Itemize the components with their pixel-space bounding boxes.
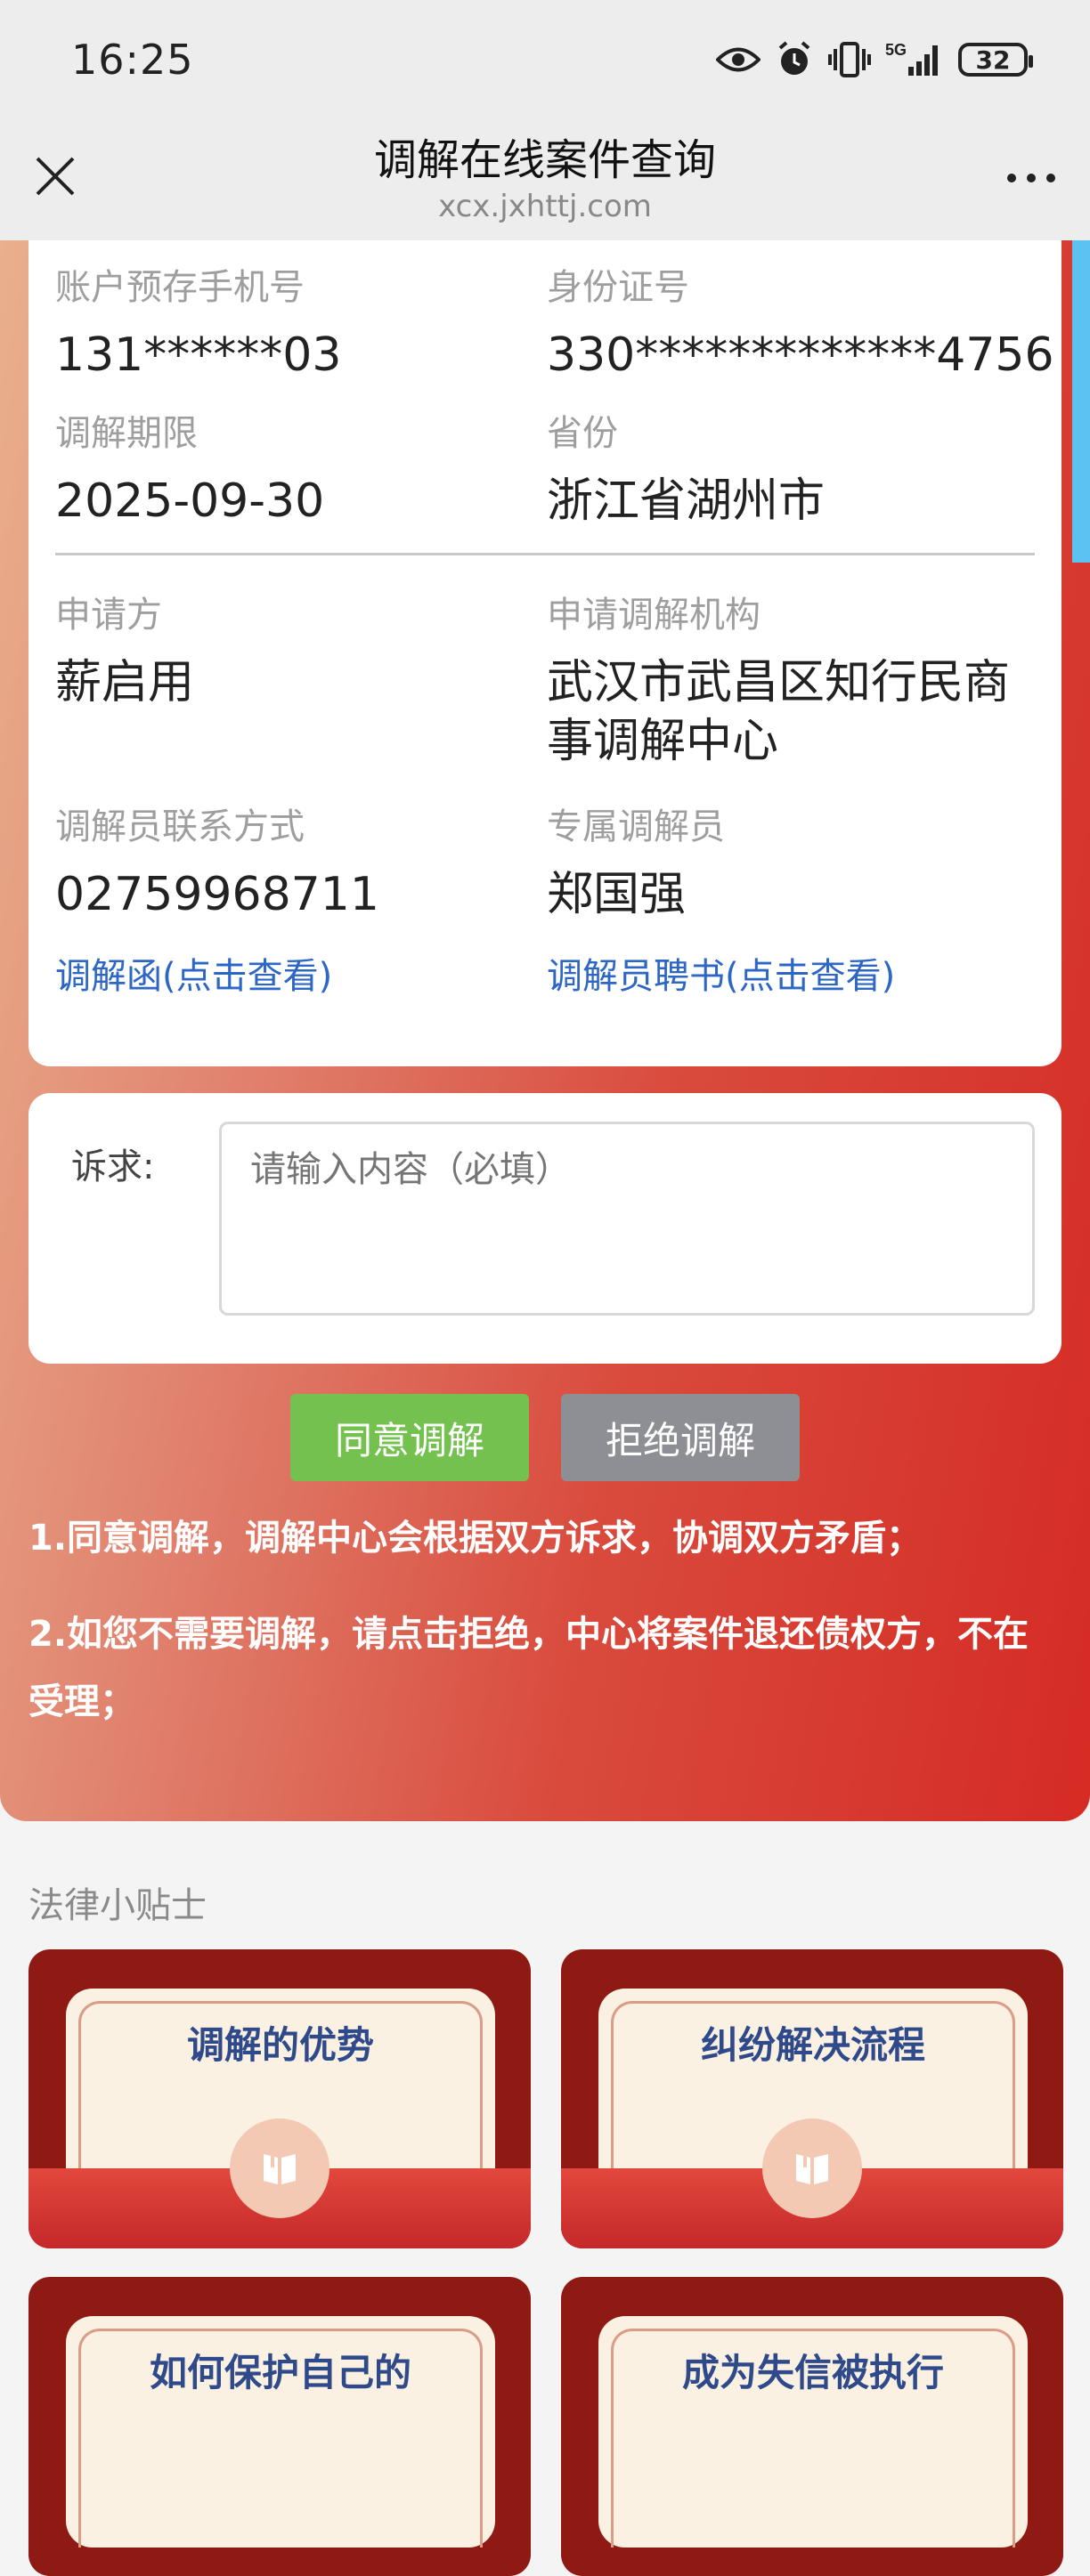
scrollbar[interactable] [1072,240,1090,563]
request-card: 诉求: [28,1093,1062,1364]
status-icons: 5G 32 [716,37,1033,82]
province-label: 省份 [547,413,618,454]
applicant-field: 申请方 薪启用 [55,586,194,712]
tip-card-process[interactable]: 纠纷解决流程 [561,1949,1063,2248]
tip-card-dishonest[interactable]: 成为失信被执行 [561,2277,1063,2576]
refuse-mediation-button[interactable]: 拒绝调解 [561,1394,800,1481]
tip-title: 纠纷解决流程 [700,2023,925,2067]
status-time: 16:25 [71,36,194,84]
mediation-letter-link[interactable]: 调解函(点击查看) [55,947,332,999]
alarm-icon [778,41,810,75]
applicant-label: 申请方 [55,595,162,636]
deadline-value: 2025-09-30 [55,474,325,528]
agree-mediation-button[interactable]: 同意调解 [290,1394,529,1481]
org-label: 申请调解机构 [547,595,761,636]
case-info-card: 账户预存手机号 131******03 身份证号 330************… [28,240,1062,1066]
request-label: 诉求: [71,1146,155,1187]
request-input[interactable] [219,1122,1035,1316]
svg-text:5G: 5G [885,41,907,59]
legal-tips-title: 法律小贴士 [28,1885,207,1926]
contact-label: 调解员联系方式 [55,806,305,847]
deadline-field: 调解期限 2025-09-30 [55,404,324,531]
tip-title: 调解的优势 [186,2023,374,2067]
status-bar: 16:25 5G 32 [0,0,1090,125]
divider [55,553,1035,555]
mediator-value: 郑国强 [547,868,687,921]
phone-field: 账户预存手机号 131******03 [55,258,341,385]
tip-card-advantages[interactable]: 调解的优势 [28,1949,531,2248]
tip-card-protect[interactable]: 如何保护自己的 [28,2277,531,2576]
contact-value: 02759968711 [55,868,379,921]
vibrate-icon [828,42,871,77]
nav-bar: 调解在线案件查询 xcx.jxhttj.com [0,125,1090,240]
note-1: 1.同意调解，调解中心会根据双方诉求，协调双方矛盾； [28,1518,923,1559]
mediator-field: 专属调解员 郑国强 [547,798,725,924]
more-icon[interactable] [1005,169,1058,187]
tip-title: 如何保护自己的 [149,2351,411,2394]
deadline-label: 调解期限 [55,413,198,454]
tip-title: 成为失信被执行 [681,2351,944,2394]
id-label: 身份证号 [547,267,689,308]
province-value: 浙江省湖州市 [547,474,826,528]
tip-card-inner: 如何保护自己的 [66,2316,495,2548]
contact-field: 调解员联系方式 02759968711 [55,798,379,924]
org-value: 武汉市武昌区知行民商事调解中心 [547,656,1011,768]
mediator-label: 专属调解员 [547,806,725,847]
page-title: 调解在线案件查询 [373,135,716,185]
phone-label: 账户预存手机号 [55,267,305,308]
mediator-certificate-link[interactable]: 调解员聘书(点击查看) [547,947,895,999]
page-url: xcx.jxhttj.com [438,189,652,224]
book-icon [230,2118,329,2218]
applicant-value: 薪启用 [55,656,195,709]
signal-5g-icon: 5G [885,41,938,76]
eye-icon [716,47,761,72]
id-value: 330*************4756 [547,328,1054,382]
battery-indicator: 32 [958,43,1033,77]
phone-value: 131******03 [55,328,342,382]
book-icon [762,2118,862,2218]
org-field: 申请调解机构 武汉市武昌区知行民商事调解中心 [547,586,1028,771]
tip-card-inner: 成为失信被执行 [598,2316,1028,2548]
id-field: 身份证号 330*************4756 [547,258,1054,385]
note-2: 2.如您不需要调解，请点击拒绝，中心将案件退还债权方，不在受理； [28,1614,1029,1722]
province-field: 省份 浙江省湖州市 [547,404,825,531]
